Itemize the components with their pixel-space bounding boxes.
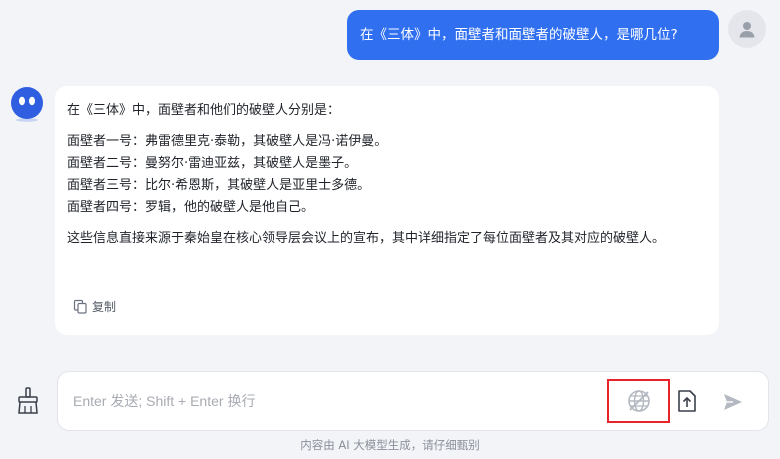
clear-history-button[interactable] bbox=[14, 386, 42, 416]
assistant-intro: 在《三体》中，面壁者和他们的破壁人分别是： bbox=[67, 103, 341, 118]
upload-file-button[interactable] bbox=[675, 388, 699, 414]
send-icon bbox=[724, 394, 742, 410]
broom-icon bbox=[18, 387, 38, 414]
ai-disclaimer: 内容由 AI 大模型生成，请仔细甄别 bbox=[300, 438, 480, 452]
assistant-list: 面壁者一号：弗雷德里克·泰勒，其破壁人是冯·诺伊曼。 面壁者二号：曼努尔·雷迪亚… bbox=[67, 131, 707, 219]
user-message-bubble: 在《三体》中，面壁者和面壁者的破壁人，是哪几位? bbox=[347, 10, 719, 60]
assistant-summary: 这些信息直接来源于秦始皇在核心领导层会议上的宣布，其中详细指定了每位面壁者及其对… bbox=[67, 231, 666, 246]
bot-avatar bbox=[9, 86, 45, 122]
user-avatar bbox=[728, 10, 766, 48]
send-button[interactable] bbox=[720, 389, 746, 415]
chat-page: 在《三体》中，面壁者和面壁者的破壁人，是哪几位? 在《三体》中，面壁者和他们的破… bbox=[0, 0, 780, 459]
list-item: 面壁者一号：弗雷德里克·泰勒，其破壁人是冯·诺伊曼。 bbox=[67, 134, 388, 149]
person-icon bbox=[739, 22, 755, 38]
copy-label: 复制 bbox=[92, 300, 117, 314]
file-upload-icon bbox=[678, 390, 696, 412]
list-item: 面壁者二号：曼努尔·雷迪亚兹，其破壁人是墨子。 bbox=[67, 156, 358, 171]
copy-icon bbox=[73, 299, 87, 314]
user-message-text: 在《三体》中，面壁者和面壁者的破壁人，是哪几位? bbox=[360, 27, 678, 43]
assistant-message-card: 在《三体》中，面壁者和他们的破壁人分别是： 面壁者一号：弗雷德里克·泰勒，其破壁… bbox=[55, 86, 719, 335]
web-search-toggle[interactable] bbox=[607, 379, 670, 423]
copy-button[interactable]: 复制 bbox=[73, 298, 116, 315]
list-item: 面壁者三号：比尔·希恩斯，其破壁人是亚里士多德。 bbox=[67, 178, 371, 193]
message-input[interactable] bbox=[73, 372, 593, 430]
composer bbox=[57, 371, 769, 431]
globe-off-icon bbox=[627, 390, 650, 412]
list-item: 面壁者四号：罗辑，他的破壁人是他自己。 bbox=[67, 200, 315, 215]
robot-icon bbox=[11, 87, 43, 122]
